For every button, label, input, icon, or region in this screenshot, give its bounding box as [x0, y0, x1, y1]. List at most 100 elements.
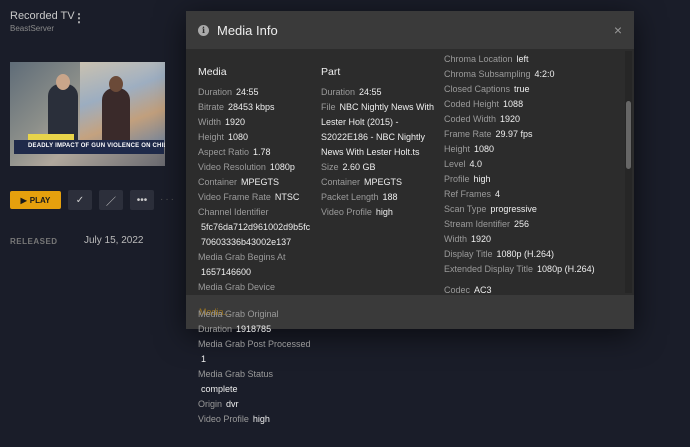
info-row: Height 1080 — [198, 130, 316, 145]
info-key: Stream Identifier — [444, 219, 511, 229]
info-key: Media Grab Begins At — [198, 252, 286, 262]
info-value: 1080 — [474, 144, 495, 154]
info-key: Video Profile — [198, 414, 249, 424]
scrollbar-track[interactable] — [625, 51, 632, 293]
info-key: Profile — [444, 174, 470, 184]
info-key: Media Grab Status — [198, 369, 274, 379]
info-row: Media Grab Begins At 1657146600 — [198, 250, 316, 280]
info-value: 1080p (H.264) — [537, 264, 595, 274]
play-icon: ▶ — [20, 195, 27, 205]
chyron-text: DEADLY IMPACT OF GUN VIOLENCE ON CHILDRE… — [28, 143, 165, 149]
info-row: Scan Type progressive — [444, 202, 622, 217]
info-row: Width 1920 — [444, 232, 622, 247]
info-row: Media Grab Post Processed 1 — [198, 337, 311, 367]
info-row: Bitrate 28453 kbps — [198, 100, 316, 115]
info-value: 1920 — [500, 114, 521, 124]
info-row: Video Frame Rate NTSC — [198, 190, 316, 205]
info-row: Video Resolution 1080p — [198, 160, 316, 175]
info-value: 28453 kbps — [228, 102, 275, 112]
info-key: Media Grab Device — [198, 282, 276, 292]
info-value: 4:2:0 — [534, 69, 555, 79]
info-key: Media Grab Post Processed — [198, 339, 311, 349]
info-key: Duration — [198, 87, 233, 97]
scrollbar-thumb[interactable] — [626, 101, 631, 169]
info-value: 1920 — [471, 234, 492, 244]
check-circle-icon: ✓ — [75, 194, 85, 206]
episode-thumbnail[interactable]: DEADLY IMPACT OF GUN VIOLENCE ON CHILDRE… — [10, 62, 165, 166]
info-key: Width — [198, 117, 222, 127]
info-value: left — [516, 54, 529, 64]
info-value: 188 — [382, 192, 398, 202]
modal-title: Media Info — [217, 22, 278, 38]
info-row: Chroma Location left — [444, 52, 622, 67]
info-value: high — [473, 174, 491, 184]
released-label: RELEASED — [10, 237, 58, 246]
info-value: high — [375, 207, 393, 217]
modal-body[interactable]: Media Duration 24:55 Bitrate 28453 kbps Widt… — [186, 49, 634, 301]
modal-header: i Media Info × — [186, 11, 634, 49]
mark-watched-button[interactable]: ✓ — [68, 190, 92, 210]
info-key: Video Profile — [321, 207, 372, 217]
info-key: Duration — [198, 324, 233, 334]
info-value: 1080 — [228, 132, 249, 142]
info-value: 1.78 — [253, 147, 271, 157]
info-key: Extended Display Title — [444, 264, 534, 274]
more-button[interactable]: ••• — [130, 190, 154, 210]
info-key: Chroma Subsampling — [444, 69, 531, 79]
info-value: NBC Nightly News With Lester Holt (2015)… — [321, 102, 435, 157]
info-row: Frame Rate 29.97 fps — [444, 127, 622, 142]
section-title[interactable]: Recorded TV — [10, 10, 75, 22]
info-key: Video Resolution — [198, 162, 266, 172]
info-row: Level 4.0 — [444, 157, 622, 172]
media-heading: Media — [198, 66, 227, 78]
info-key: Duration — [321, 87, 356, 97]
info-key: Height — [198, 132, 225, 142]
info-row: Coded Height 1088 — [444, 97, 622, 112]
part-column: Part Duration 24:55 File NBC Nightly News W… — [321, 65, 441, 220]
info-value: 1918785 — [236, 324, 272, 334]
info-key: Codec — [444, 285, 471, 295]
info-value: 256 — [514, 219, 530, 229]
info-key: Display Title — [444, 249, 493, 259]
info-row: Duration 24:55 — [321, 85, 441, 100]
ellipsis-icon: ••• — [136, 194, 148, 206]
play-button[interactable]: ▶ PLAY — [10, 191, 61, 209]
info-row: Display Title 1080p (H.264) — [444, 247, 622, 262]
info-value: 1657146600 — [201, 267, 252, 277]
more-options-icon[interactable]: ⋮ — [73, 12, 85, 24]
pencil-icon: ／ — [106, 196, 116, 208]
media-info-modal: i Media Info × Media Duration 24:55 Bitrat… — [186, 11, 634, 329]
info-key: Origin — [198, 399, 223, 409]
info-key: Aspect Ratio — [198, 147, 250, 157]
info-row: Aspect Ratio 1.78 — [198, 145, 316, 160]
thumbnail-chyron: DEADLY IMPACT OF GUN VIOLENCE ON CHILDRE… — [14, 140, 165, 154]
info-value: 2.60 GB — [342, 162, 376, 172]
info-value: 24:55 — [236, 87, 259, 97]
released-date: July 15, 2022 — [84, 235, 144, 246]
video-stream-column: Chroma Location left Chroma Subsampling 4:2… — [444, 52, 622, 298]
info-value: 1080p (H.264) — [496, 249, 555, 259]
thumbnail-head-right — [109, 76, 123, 92]
info-value: AC3 — [474, 285, 492, 295]
info-key: Width — [444, 234, 468, 244]
info-row: Ref Frames 4 — [444, 187, 622, 202]
info-value: 1 — [201, 354, 207, 364]
info-row: Chroma Subsampling 4:2:0 — [444, 67, 622, 82]
info-key: Size — [321, 162, 339, 172]
info-key: Coded Width — [444, 114, 497, 124]
info-key: Level — [444, 159, 466, 169]
info-value: dvr — [226, 399, 239, 409]
edit-button[interactable]: ／ — [99, 190, 123, 210]
info-key: Frame Rate — [444, 129, 492, 139]
close-button[interactable]: × — [614, 22, 622, 38]
info-value: 1920 — [225, 117, 246, 127]
info-key: Ref Frames — [444, 189, 492, 199]
info-value: 1088 — [503, 99, 524, 109]
info-row: Duration 24:55 — [198, 85, 316, 100]
info-key: Bitrate — [198, 102, 225, 112]
media-column: Media Duration 24:55 Bitrate 28453 kbps Widt… — [198, 65, 316, 301]
info-key: Height — [444, 144, 471, 154]
info-value: MPEGTS — [241, 177, 280, 187]
info-value: high — [252, 414, 270, 424]
info-row: Video Profile high — [321, 205, 441, 220]
